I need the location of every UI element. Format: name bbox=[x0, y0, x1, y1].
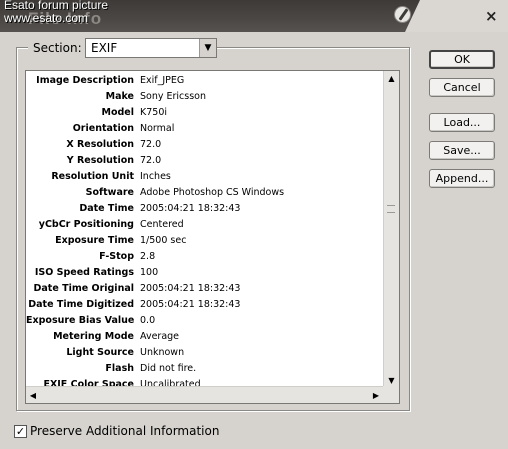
exif-row-value: Average bbox=[140, 330, 180, 342]
exif-row[interactable]: Software Adobe Photoshop CS Windows bbox=[26, 184, 383, 200]
exif-row-key: Date Time bbox=[79, 202, 134, 214]
horizontal-scrollbar[interactable]: ◀ ▶ bbox=[26, 386, 383, 403]
photoshop-feather-icon bbox=[394, 6, 411, 23]
exif-row-key: F-Stop bbox=[99, 250, 134, 262]
exif-row[interactable]: Date Time 2005:04:21 18:32:43 bbox=[26, 200, 383, 216]
chevron-down-icon[interactable]: ▼ bbox=[199, 39, 216, 57]
exif-row-key: yCbCr Positioning bbox=[38, 218, 134, 230]
exif-row-key: Y Resolution bbox=[66, 154, 134, 166]
exif-row-key: Flash bbox=[105, 362, 134, 374]
section-label: Section: bbox=[33, 41, 82, 55]
section-dropdown[interactable]: EXIF ▼ bbox=[85, 38, 217, 58]
exif-row[interactable]: Image Description Exif_JPEG bbox=[26, 72, 383, 88]
exif-row-value: Did not fire. bbox=[140, 362, 197, 374]
load-button[interactable]: Load... bbox=[429, 113, 495, 132]
exif-row-value: Sony Ericsson bbox=[140, 90, 207, 102]
exif-row[interactable]: Make Sony Ericsson bbox=[26, 88, 383, 104]
title-bar[interactable]: File Info Esato forum picture www.esato.… bbox=[0, 0, 508, 32]
exif-row[interactable]: Exposure Time 1/500 sec bbox=[26, 232, 383, 248]
exif-row-value: 2005:04:21 18:32:43 bbox=[140, 202, 241, 214]
scroll-right-arrow-icon[interactable]: ▶ bbox=[369, 387, 383, 403]
save-button[interactable]: Save... bbox=[429, 141, 495, 160]
exif-row[interactable]: Resolution Unit Inches bbox=[26, 168, 383, 184]
exif-row-value: Adobe Photoshop CS Windows bbox=[140, 186, 285, 198]
exif-row-key: Image Description bbox=[36, 74, 134, 86]
exif-row-value: 2005:04:21 18:32:43 bbox=[140, 298, 241, 310]
section-label-wrap: Section: bbox=[28, 38, 87, 58]
exif-row[interactable]: yCbCr Positioning Centered bbox=[26, 216, 383, 232]
exif-row-value: Unknown bbox=[140, 346, 185, 358]
ok-button[interactable]: OK bbox=[429, 50, 495, 69]
exif-row[interactable]: Light Source Unknown bbox=[26, 344, 383, 360]
exif-row[interactable]: Flash Did not fire. bbox=[26, 360, 383, 376]
scroll-left-arrow-icon[interactable]: ◀ bbox=[26, 387, 40, 403]
exif-row-key: X Resolution bbox=[66, 138, 134, 150]
exif-row[interactable]: Orientation Normal bbox=[26, 120, 383, 136]
exif-row-key: Orientation bbox=[72, 122, 134, 134]
exif-row[interactable]: Metering Mode Average bbox=[26, 328, 383, 344]
exif-row-value: 0.0 bbox=[140, 314, 156, 326]
exif-row-key: Exposure Time bbox=[55, 234, 134, 246]
exif-row-key: Light Source bbox=[66, 346, 134, 358]
exif-row-value: 100 bbox=[140, 266, 159, 278]
scroll-up-arrow-icon[interactable]: ▲ bbox=[384, 71, 399, 85]
exif-row-key: Date Time Original bbox=[33, 282, 134, 294]
exif-row-value: K750i bbox=[140, 106, 168, 118]
scrollbar-corner bbox=[383, 386, 399, 403]
exif-row-value: Normal bbox=[140, 122, 175, 134]
exif-row-value: 2005:04:21 18:32:43 bbox=[140, 282, 241, 294]
exif-row-key: Make bbox=[105, 90, 134, 102]
exif-list[interactable]: Image Description Exif_JPEG Make Sony Erics… bbox=[25, 70, 400, 404]
exif-row[interactable]: ISO Speed Ratings 100 bbox=[26, 264, 383, 280]
exif-row-value: 72.0 bbox=[140, 138, 162, 150]
exif-row-key: Exposure Bias Value bbox=[26, 314, 135, 326]
scroll-grip-icon[interactable] bbox=[387, 205, 395, 213]
exif-row[interactable]: Date Time Digitized 2005:04:21 18:32:43 bbox=[26, 296, 383, 312]
checkmark-icon: ✓ bbox=[15, 425, 26, 438]
exif-row-key: Resolution Unit bbox=[51, 170, 134, 182]
cancel-button[interactable]: Cancel bbox=[429, 78, 495, 97]
exif-row-value: Inches bbox=[140, 170, 171, 182]
exif-row[interactable]: Date Time Original 2005:04:21 18:32:43 bbox=[26, 280, 383, 296]
exif-row-value: Centered bbox=[140, 218, 184, 230]
preserve-checkbox[interactable]: ✓ bbox=[14, 425, 27, 438]
exif-row[interactable]: Y Resolution 72.0 bbox=[26, 152, 383, 168]
exif-row[interactable]: F-Stop 2.8 bbox=[26, 248, 383, 264]
exif-row-value: Exif_JPEG bbox=[140, 74, 185, 86]
exif-row-key: Metering Mode bbox=[53, 330, 134, 342]
exif-row-key: Software bbox=[85, 186, 134, 198]
exif-row-value: 2.8 bbox=[140, 250, 156, 262]
exif-row[interactable]: Exposure Bias Value 0.0 bbox=[26, 312, 383, 328]
section-dropdown-value: EXIF bbox=[91, 41, 118, 55]
exif-row[interactable]: X Resolution 72.0 bbox=[26, 136, 383, 152]
close-icon[interactable]: × bbox=[485, 7, 498, 25]
exif-row-value: 1/500 sec bbox=[140, 234, 187, 246]
watermark-text: Esato forum picture www.esato.com bbox=[4, 0, 108, 25]
exif-row-value: 72.0 bbox=[140, 154, 162, 166]
exif-row[interactable]: Model K750i bbox=[26, 104, 383, 120]
scroll-down-arrow-icon[interactable]: ▼ bbox=[384, 373, 399, 387]
exif-row-key: Date Time Digitized bbox=[28, 298, 134, 310]
watermark-line-2: www.esato.com bbox=[4, 11, 89, 25]
exif-rows: Image Description Exif_JPEG Make Sony Erics… bbox=[26, 72, 383, 392]
exif-row-key: Model bbox=[101, 106, 134, 118]
append-button[interactable]: Append... bbox=[429, 169, 495, 188]
exif-row-key: ISO Speed Ratings bbox=[34, 266, 134, 278]
preserve-checkbox-label[interactable]: Preserve Additional Information bbox=[30, 424, 219, 438]
vertical-scrollbar[interactable]: ▲ ▼ bbox=[383, 71, 399, 387]
